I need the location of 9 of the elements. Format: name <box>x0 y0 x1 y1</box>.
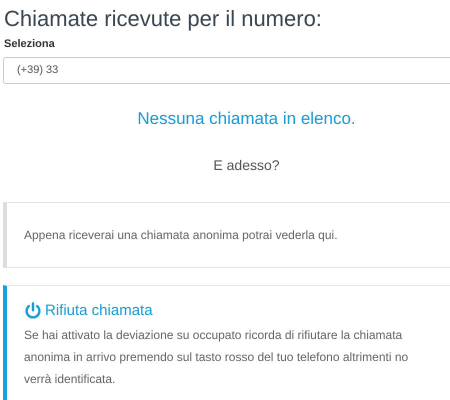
tip-text: Se hai attivato la deviazione su occupato ricorda di rifiutare la chiamata anonima in arrivo premendo sul tasto rosso del tuo telefono altrimenti no verrà identificata. <box>24 326 408 388</box>
page-title: Chiamate ricevute per il numero: <box>3 5 322 32</box>
field-label: Seleziona <box>3 37 55 52</box>
tip-title: Rifiuta chiamata <box>45 301 153 321</box>
number-select[interactable]: (+39) 33 <box>3 56 450 84</box>
power-icon <box>24 302 42 320</box>
info-text: Appena riceverai una chiamata anonima potrai vederla qui. <box>24 227 338 244</box>
empty-message: Nessuna chiamata in elenco. <box>137 108 356 130</box>
question-text: E adesso? <box>213 156 280 175</box>
